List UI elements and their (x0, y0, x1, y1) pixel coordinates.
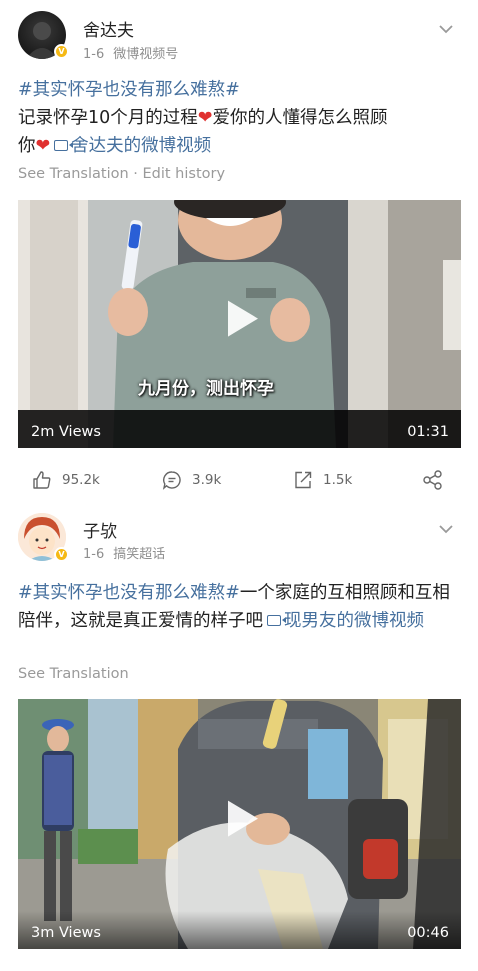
translation-links[interactable]: See Translation · Edit history (18, 166, 225, 182)
post-date: 1-6 (83, 47, 105, 62)
share-icon (423, 470, 442, 490)
video-info-bar: 3m Views 00:46 (18, 911, 461, 949)
verified-badge-icon: V (54, 547, 69, 562)
video-source-link[interactable]: 舍达夫的微博视频 (71, 136, 211, 156)
comment-icon (162, 471, 181, 490)
post-text: #其实怀孕也没有那么难熬#一个家庭的互相照顾和互相陪伴，这就是真正爱情的样子吧现… (18, 579, 464, 635)
repost-icon (295, 471, 312, 489)
post-date: 1-6 (83, 547, 105, 562)
post-source[interactable]: 搞笑超话 (113, 547, 165, 562)
like-button[interactable]: 95.2k (32, 467, 100, 493)
heart-emoji-icon: ❤ (35, 136, 51, 156)
video-source-link[interactable]: 现男友的微博视频 (284, 611, 424, 631)
weibo-post: V 子欤 1-6 搞笑超话 #其实怀孕也没有那么难熬#一个家庭的互相照顾和互相陪伴… (0, 505, 478, 971)
username[interactable]: 舍达夫 (83, 16, 134, 41)
repost-count: 1.5k (323, 472, 353, 488)
video-duration: 00:46 (407, 925, 449, 941)
post-text-segment: 你 (18, 136, 36, 156)
play-icon[interactable] (227, 800, 258, 837)
comment-count: 3.9k (192, 472, 222, 488)
hashtag-link[interactable]: #其实怀孕也没有那么难熬# (18, 583, 240, 603)
video-player[interactable]: 九月份，测出怀孕 2m Views 01:31 (18, 200, 461, 448)
chevron-down-icon[interactable] (438, 524, 454, 534)
post-text-segment: 记录怀孕10个月的过程 (18, 108, 198, 128)
video-info-bar: 2m Views 01:31 (18, 410, 461, 448)
comment-button[interactable]: 3.9k (162, 467, 221, 493)
heart-emoji-icon: ❤ (197, 108, 213, 128)
video-player[interactable]: 3m Views 00:46 (18, 699, 461, 949)
video-camera-icon (54, 139, 74, 151)
chevron-down-icon[interactable] (438, 24, 454, 34)
action-bar: 95.2k 3.9k 1.5k (0, 467, 478, 493)
post-meta: 1-6 搞笑超话 (83, 543, 165, 562)
share-button[interactable] (422, 467, 454, 493)
repost-button[interactable]: 1.5k (293, 467, 352, 493)
video-duration: 01:31 (407, 424, 449, 440)
video-camera-icon (267, 614, 286, 626)
weibo-post: V 舍达夫 1-6 微博视频号 #其实怀孕也没有那么难熬# 记录怀孕10个月的过程… (0, 0, 478, 505)
post-text: #其实怀孕也没有那么难熬# 记录怀孕10个月的过程❤爱你的人懂得怎么照顾 你❤ 舍… (18, 76, 464, 160)
translation-link[interactable]: See Translation (18, 666, 129, 682)
thumbs-up-icon (33, 471, 51, 489)
username[interactable]: 子欤 (83, 517, 117, 542)
like-count: 95.2k (62, 472, 100, 488)
play-icon[interactable] (227, 300, 258, 337)
verified-badge-icon: V (54, 44, 69, 59)
view-count: 3m Views (31, 925, 101, 941)
hashtag-link[interactable]: #其实怀孕也没有那么难熬# (18, 80, 240, 100)
post-meta: 1-6 微博视频号 (83, 43, 178, 62)
video-caption: 九月份，测出怀孕 (138, 379, 274, 399)
post-source[interactable]: 微博视频号 (113, 47, 178, 62)
view-count: 2m Views (31, 424, 101, 440)
post-text-segment: 爱你的人懂得怎么照顾 (212, 108, 388, 128)
